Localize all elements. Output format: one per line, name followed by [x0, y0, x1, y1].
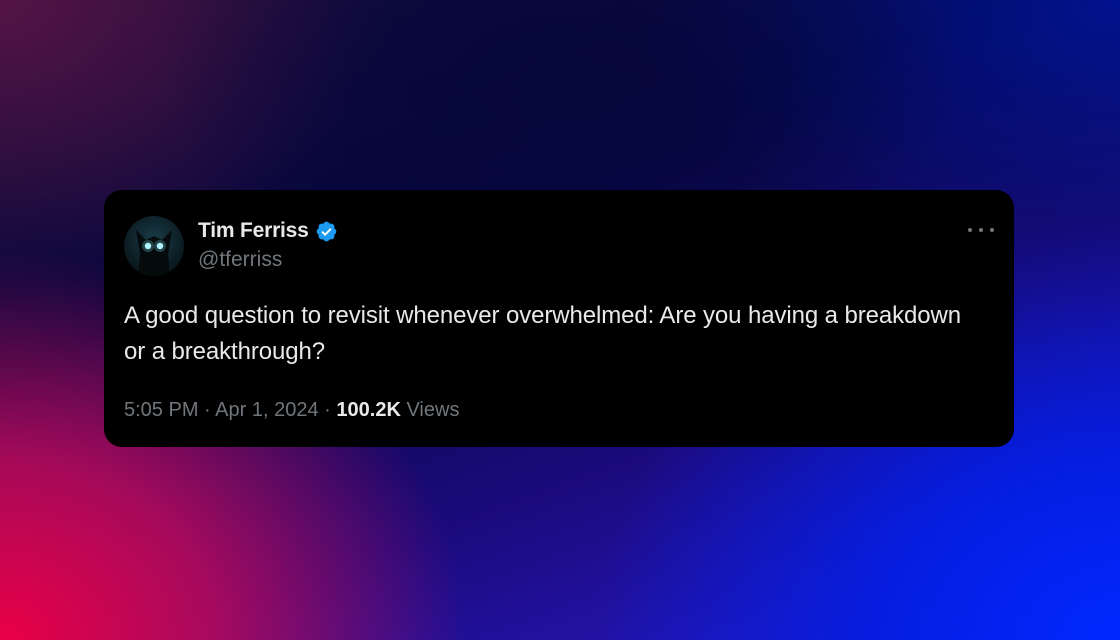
avatar-image: [136, 230, 172, 276]
more-dot: [968, 228, 972, 232]
tweet-card: Tim Ferriss @tferriss A good question to…: [104, 190, 1014, 447]
views-count[interactable]: 100.2K: [336, 399, 401, 421]
more-dot: [979, 228, 983, 232]
more-dot: [990, 228, 994, 232]
author-handle[interactable]: @tferriss: [198, 248, 282, 272]
views-label: Views: [406, 399, 460, 421]
tweet-meta: 5:05 PM · Apr 1, 2024 · 100.2K Views: [124, 399, 459, 422]
tweet-date[interactable]: Apr 1, 2024: [215, 399, 318, 421]
author-row: Tim Ferriss: [198, 218, 338, 244]
author-name[interactable]: Tim Ferriss: [198, 219, 309, 243]
verified-badge-icon: [316, 221, 336, 241]
more-horizontal-icon[interactable]: [968, 220, 994, 240]
tweet-text: A good question to revisit whenever over…: [124, 302, 962, 365]
tweet-time[interactable]: 5:05 PM: [124, 399, 198, 421]
meta-separator: ·: [204, 399, 211, 421]
meta-separator: ·: [324, 399, 331, 421]
avatar[interactable]: [124, 216, 184, 276]
